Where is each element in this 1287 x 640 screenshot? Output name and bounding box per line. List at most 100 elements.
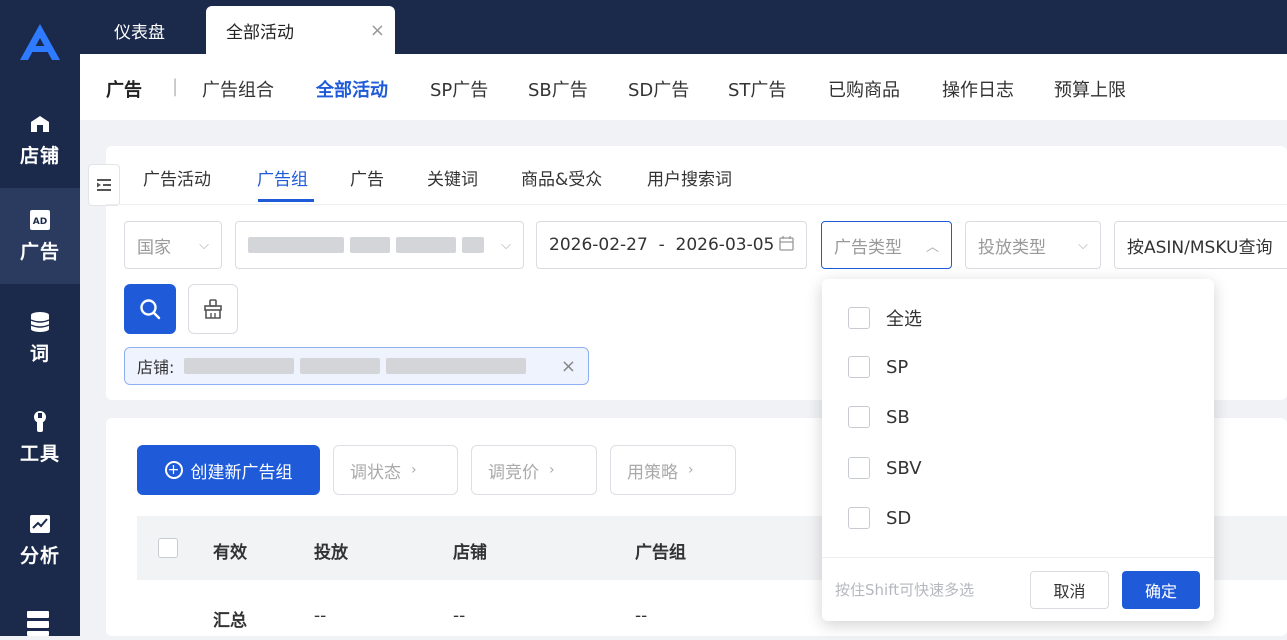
redacted-text	[300, 358, 381, 374]
subnav-operation-log[interactable]: 操作日志	[942, 76, 1014, 102]
option-label: SD	[886, 507, 912, 529]
app-logo[interactable]	[18, 22, 62, 62]
sidebar-item-tools[interactable]: 工具	[0, 390, 80, 486]
option-label: SP	[886, 356, 909, 378]
checkbox[interactable]	[848, 507, 870, 529]
summary-label: 汇总	[213, 611, 247, 631]
redacted-text	[184, 358, 295, 374]
database-icon	[29, 311, 51, 333]
sidebar-item-words[interactable]: 词	[0, 290, 80, 386]
chevron-down-icon: ⌵	[199, 237, 209, 253]
adjust-status-button[interactable]: 调状态 ›	[333, 445, 458, 495]
calendar-icon	[779, 235, 794, 255]
sidebar-item-label: 工具	[19, 442, 60, 465]
checkbox[interactable]	[848, 457, 870, 479]
plus-circle-icon: +	[164, 461, 183, 479]
wrench-icon	[29, 410, 51, 433]
store-select[interactable]: ⌵	[235, 221, 524, 269]
option-label: SBV	[886, 457, 922, 479]
collapse-icon	[97, 179, 111, 191]
summary-cell: --	[635, 606, 648, 626]
sidebar-item-analytics[interactable]: 分析	[0, 492, 80, 588]
column-header-ad-group[interactable]: 广告组	[635, 538, 686, 563]
tab-campaigns[interactable]: 广告活动	[143, 165, 211, 190]
subnav-sd-ads[interactable]: SD广告	[628, 76, 689, 102]
tab-all-activities[interactable]: 全部活动 ×	[206, 6, 395, 54]
server-icon[interactable]	[26, 610, 50, 636]
checkbox[interactable]	[848, 406, 870, 428]
active-tab-indicator	[258, 199, 314, 202]
sidebar-item-label: 店铺	[19, 144, 60, 167]
clear-filters-button[interactable]	[188, 284, 238, 334]
redacted-text	[462, 237, 484, 253]
cancel-button[interactable]: 取消	[1030, 571, 1109, 609]
chevron-right-icon: ›	[411, 462, 417, 478]
delivery-type-select[interactable]: 投放类型 ⌵	[965, 221, 1101, 269]
search-button[interactable]	[124, 284, 176, 334]
subnav-st-ads[interactable]: ST广告	[728, 76, 786, 102]
chevron-up-icon: ︿	[925, 239, 939, 255]
apply-strategy-button[interactable]: 用策略 ›	[610, 445, 736, 495]
checkbox[interactable]	[848, 356, 870, 378]
column-header-store[interactable]: 店铺	[453, 538, 487, 563]
store-icon	[29, 113, 51, 135]
tab-search-terms[interactable]: 用户搜索词	[647, 165, 732, 190]
option-select-all[interactable]: 全选	[848, 305, 922, 331]
create-ad-group-button[interactable]: + 创建新广告组	[137, 445, 320, 495]
subnav-all-activities[interactable]: 全部活动	[316, 76, 388, 102]
adjust-bid-button[interactable]: 调竞价 ›	[471, 445, 597, 495]
ad-type-select-placeholder: 广告类型	[834, 237, 902, 258]
brush-icon	[204, 299, 222, 319]
subnav-sp-ads[interactable]: SP广告	[430, 76, 488, 102]
subnav-budget-cap[interactable]: 预算上限	[1054, 76, 1126, 102]
select-all-checkbox[interactable]	[158, 538, 178, 558]
option-sd[interactable]: SD	[848, 507, 911, 529]
tab-label: 全部活动	[226, 22, 294, 43]
country-select[interactable]: 国家 ⌵	[124, 221, 222, 269]
tab-label: 仪表盘	[114, 22, 165, 43]
tab-ad-groups[interactable]: 广告组	[257, 165, 308, 190]
tab-keywords[interactable]: 关键词	[427, 165, 478, 190]
tab-ads[interactable]: 广告	[350, 165, 384, 190]
date-range-value: 2026-02-27 - 2026-03-05	[549, 235, 775, 255]
option-label: 全选	[886, 309, 922, 330]
sidebar-item-store[interactable]: 店铺	[0, 92, 80, 188]
confirm-button[interactable]: 确定	[1122, 571, 1200, 609]
top-tab-bar: 仪表盘 全部活动 ×	[80, 0, 1287, 54]
search-icon	[140, 299, 161, 320]
date-range-picker[interactable]: 2026-02-27 - 2026-03-05	[536, 221, 807, 269]
ad-type-select[interactable]: 广告类型 ︿	[821, 221, 952, 269]
option-sb[interactable]: SB	[848, 406, 910, 428]
option-sbv[interactable]: SBV	[848, 457, 922, 479]
option-label: SB	[886, 406, 910, 428]
sidebar-item-label: 广告	[19, 240, 60, 263]
tab-dashboard[interactable]: 仪表盘	[114, 6, 165, 54]
close-icon[interactable]: ×	[370, 20, 385, 41]
redacted-text	[386, 358, 527, 374]
redacted-text	[396, 237, 456, 253]
store-tag-label: 店铺:	[137, 358, 175, 377]
subnav-ads[interactable]: 广告	[106, 76, 142, 102]
asin-query-select[interactable]: 按ASIN/MSKU查询	[1114, 221, 1287, 269]
ad-icon: AD	[29, 209, 51, 231]
ad-type-dropdown: 全选 SP SB SBV SD 按住Shift可快速多选 取消 确定	[822, 279, 1214, 621]
subnav-purchased-products[interactable]: 已购商品	[828, 76, 900, 102]
shift-select-hint: 按住Shift可快速多选	[835, 581, 975, 599]
apply-strategy-label: 用策略	[627, 462, 678, 483]
sidebar-item-ads[interactable]: AD 广告	[0, 188, 80, 284]
sidebar: 店铺 AD 广告 词 工具 分析	[0, 0, 80, 636]
subnav-portfolio[interactable]: 广告组合	[202, 76, 274, 102]
tab-products-audiences[interactable]: 商品&受众	[521, 165, 602, 190]
summary-cell: --	[453, 606, 466, 626]
sub-navigation: 广告 | 广告组合 全部活动 SP广告 SB广告 SD广告 ST广告 已购商品 …	[80, 54, 1287, 120]
column-header-active[interactable]: 有效	[213, 538, 247, 563]
column-header-delivery[interactable]: 投放	[314, 538, 348, 563]
collapse-sidebar-button[interactable]	[88, 164, 120, 206]
store-filter-tag: 店铺: ×	[124, 347, 589, 385]
option-sp[interactable]: SP	[848, 356, 908, 378]
subnav-sb-ads[interactable]: SB广告	[528, 76, 588, 102]
divider	[822, 557, 1214, 558]
sidebar-item-label: 词	[29, 342, 50, 365]
checkbox[interactable]	[848, 307, 870, 329]
close-icon[interactable]: ×	[561, 356, 576, 377]
